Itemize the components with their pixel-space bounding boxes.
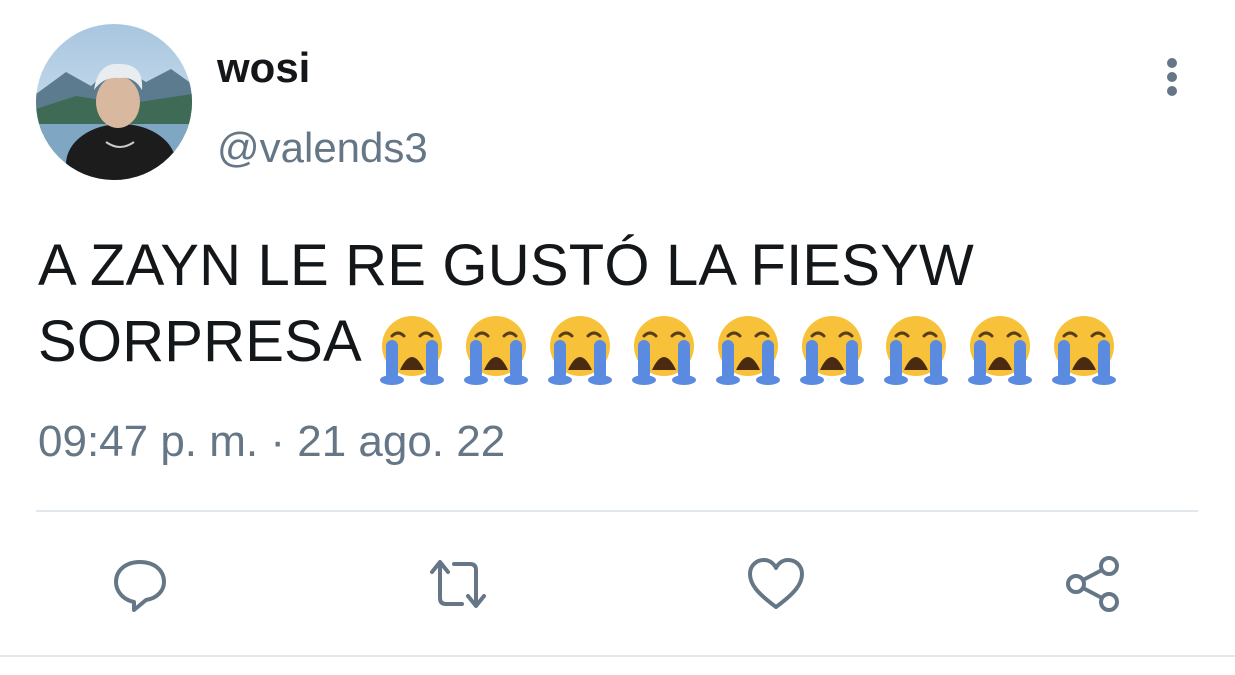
tweet-text-line-1: A ZAYN LE RE GUSTÓ LA FIESYW xyxy=(38,233,974,298)
heart-icon xyxy=(748,558,804,609)
crying-face-emoji xyxy=(878,310,954,386)
crying-face-emoji xyxy=(374,310,450,386)
reply-button[interactable] xyxy=(108,552,172,616)
more-options-button[interactable] xyxy=(1152,52,1192,100)
crying-face-emoji xyxy=(1046,310,1122,386)
crying-face-emoji xyxy=(542,310,618,386)
crying-face-emoji xyxy=(794,310,870,386)
display-name[interactable]: wosi xyxy=(217,40,310,96)
reply-icon xyxy=(114,560,166,612)
tweet-text: A ZAYN LE RE GUSTÓ LA FIESYW SORPRESA xyxy=(38,228,1198,386)
emoji-row xyxy=(374,306,1130,386)
user-handle[interactable]: @valends3 xyxy=(217,120,428,176)
tweet-timestamp: 09:47 p. m. · 21 ago. 22 xyxy=(38,417,506,466)
crying-face-emoji xyxy=(626,310,702,386)
crying-face-emoji xyxy=(962,310,1038,386)
retweet-button[interactable] xyxy=(426,552,490,616)
share-icon xyxy=(1066,556,1119,612)
like-button[interactable] xyxy=(744,552,808,616)
avatar[interactable] xyxy=(36,24,192,180)
retweet-icon xyxy=(430,560,486,608)
divider xyxy=(36,510,1198,512)
tweet-text-line-2: SORPRESA xyxy=(38,304,1198,386)
share-button[interactable] xyxy=(1062,552,1126,616)
crying-face-emoji xyxy=(458,310,534,386)
tweet-text-line-2-words: SORPRESA xyxy=(38,309,362,374)
crying-face-emoji xyxy=(710,310,786,386)
bottom-divider xyxy=(0,655,1235,657)
